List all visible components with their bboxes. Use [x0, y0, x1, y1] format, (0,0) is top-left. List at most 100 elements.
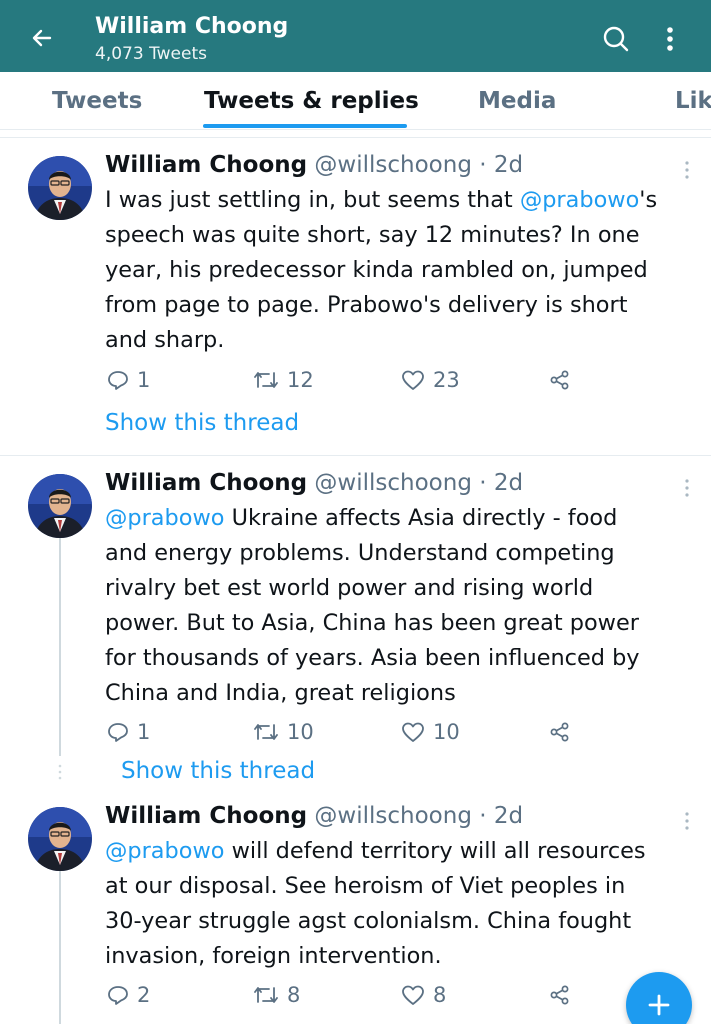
- tweet-text-line: @prabowo will defend territory will all …: [105, 834, 695, 869]
- mention-link[interactable]: @prabowo: [520, 187, 639, 213]
- arrow-left-icon: [32, 29, 52, 47]
- tweet-time[interactable]: 2d: [494, 152, 523, 178]
- like-count: 10: [433, 720, 460, 744]
- tweet-text-line: from page to page. Prabowo's delivery is…: [105, 288, 695, 323]
- mention-link[interactable]: @prabowo: [105, 838, 224, 864]
- tweet-text-segment: speech was quite short, say 12 minutes? …: [105, 222, 640, 248]
- like-button[interactable]: 8: [401, 983, 446, 1007]
- divider: [0, 455, 711, 456]
- tweet-text: @prabowo Ukraine affects Asia directly -…: [105, 501, 695, 711]
- reply-button[interactable]: 2: [107, 983, 150, 1007]
- share-button[interactable]: [549, 721, 571, 743]
- retweet-icon: [254, 987, 278, 1003]
- tweet-text-line: for thousands of years. Asia been influe…: [105, 641, 695, 676]
- retweet-count: 8: [287, 983, 301, 1007]
- mention-link[interactable]: @prabowo: [105, 505, 224, 531]
- reply-count: 1: [137, 368, 151, 392]
- tweet-text-segment: rivalry bet est world power and rising w…: [105, 575, 594, 601]
- retweet-button[interactable]: 10: [253, 720, 314, 744]
- share-button[interactable]: [549, 984, 571, 1006]
- tab-tweets-and-replies[interactable]: Tweets & replies: [204, 88, 419, 114]
- show-thread-link[interactable]: Show this thread: [105, 410, 299, 436]
- retweet-icon: [254, 372, 278, 388]
- author-name[interactable]: William Choong: [105, 470, 307, 496]
- tweet-text-segment: 30-year struggle agst colonialsm. China …: [105, 908, 632, 934]
- like-button[interactable]: 10: [401, 720, 460, 744]
- tweet-text-segment: power. But to Asia, China has been great…: [105, 610, 639, 636]
- tweet-text-line: invasion, foreign intervention.: [105, 939, 695, 974]
- reply-icon: [108, 723, 128, 742]
- reply-icon: [108, 986, 128, 1005]
- tweet-text-line: @prabowo Ukraine affects Asia directly -…: [105, 501, 695, 536]
- more-vertical-icon: [685, 161, 689, 179]
- tweet-time[interactable]: 2d: [494, 803, 523, 829]
- tab-likes[interactable]: Lik: [675, 88, 711, 114]
- tweet-text-line: China and India, great religions: [105, 676, 695, 711]
- tweet-text-segment: invasion, foreign intervention.: [105, 943, 442, 969]
- tweet-item[interactable]: William Choong @willschoong · 2d @prabow…: [0, 458, 711, 788]
- retweet-icon: [254, 724, 278, 740]
- tab-tweets[interactable]: Tweets: [52, 88, 142, 114]
- tweet-text-segment: 's: [639, 187, 658, 213]
- tab-media[interactable]: Media: [478, 88, 556, 114]
- more-vertical-icon: [667, 27, 673, 51]
- tweet-text-segment: for thousands of years. Asia been influe…: [105, 645, 640, 671]
- tweet-text-line: I was just settling in, but seems that @…: [105, 183, 695, 218]
- tweet-item[interactable]: William Choong @willschoong · 2d @prabow…: [0, 792, 711, 1024]
- avatar[interactable]: [28, 807, 92, 871]
- tweet-menu-button[interactable]: [681, 478, 693, 498]
- share-icon: [550, 722, 569, 742]
- more-options-button[interactable]: [656, 22, 684, 56]
- author-handle[interactable]: @willschoong: [314, 803, 472, 829]
- tweet-text-segment: I was just settling in, but seems that: [105, 187, 520, 213]
- like-count: 8: [433, 983, 447, 1007]
- search-button[interactable]: [599, 22, 633, 56]
- profile-name: William Choong: [95, 14, 289, 39]
- tweet-text-line: 30-year struggle agst colonialsm. China …: [105, 904, 695, 939]
- retweet-button[interactable]: 12: [253, 368, 314, 392]
- retweet-button[interactable]: 8: [253, 983, 300, 1007]
- like-count: 23: [433, 368, 460, 392]
- tweet-text-segment: Ukraine affects Asia directly - food: [224, 505, 618, 531]
- heart-icon: [402, 722, 424, 742]
- separator-dot: ·: [479, 803, 487, 829]
- tweet-count: 4,073 Tweets: [95, 44, 207, 64]
- tweet-text-segment: from page to page. Prabowo's delivery is…: [105, 292, 628, 318]
- author-name[interactable]: William Choong: [105, 803, 307, 829]
- reply-count: 2: [137, 983, 151, 1007]
- tweet-menu-button[interactable]: [681, 160, 693, 180]
- share-button[interactable]: [549, 369, 571, 391]
- tweet-text-line: at our disposal. See heroism of Viet peo…: [105, 869, 695, 904]
- reply-button[interactable]: 1: [107, 368, 150, 392]
- profile-tabs: Tweets Tweets & replies Media Lik: [0, 72, 711, 130]
- tweet-header: William Choong @willschoong · 2d: [105, 152, 523, 178]
- plus-icon: [648, 994, 670, 1016]
- retweet-count: 10: [287, 720, 314, 744]
- more-vertical-icon: [685, 479, 689, 497]
- retweet-count: 12: [287, 368, 314, 392]
- tweet-item[interactable]: William Choong @willschoong · 2d I was j…: [0, 140, 711, 452]
- tweet-text-segment: and energy problems. Understand competin…: [105, 540, 615, 566]
- divider: [0, 137, 711, 138]
- tweet-text-segment: will defend territory will all resources: [224, 838, 646, 864]
- tweet-menu-button[interactable]: [681, 811, 693, 831]
- tweet-text-segment: China and India, great religions: [105, 680, 456, 706]
- tweet-text-line: rivalry bet est world power and rising w…: [105, 571, 695, 606]
- tweet-text-line: year, his predecessor kinda rambled on, …: [105, 253, 695, 288]
- tweet-text-line: speech was quite short, say 12 minutes? …: [105, 218, 695, 253]
- back-button[interactable]: [26, 22, 58, 54]
- avatar[interactable]: [28, 156, 92, 220]
- avatar[interactable]: [28, 474, 92, 538]
- author-handle[interactable]: @willschoong: [314, 470, 472, 496]
- reply-count: 1: [137, 720, 151, 744]
- reply-icon: [108, 371, 128, 390]
- author-handle[interactable]: @willschoong: [314, 152, 472, 178]
- like-button[interactable]: 23: [401, 368, 460, 392]
- tweet-text: @prabowo will defend territory will all …: [105, 834, 695, 974]
- heart-icon: [402, 985, 424, 1005]
- tweet-time[interactable]: 2d: [494, 470, 523, 496]
- author-name[interactable]: William Choong: [105, 152, 307, 178]
- tweet-header: William Choong @willschoong · 2d: [105, 803, 523, 829]
- reply-button[interactable]: 1: [107, 720, 150, 744]
- show-thread-link[interactable]: Show this thread: [121, 758, 315, 784]
